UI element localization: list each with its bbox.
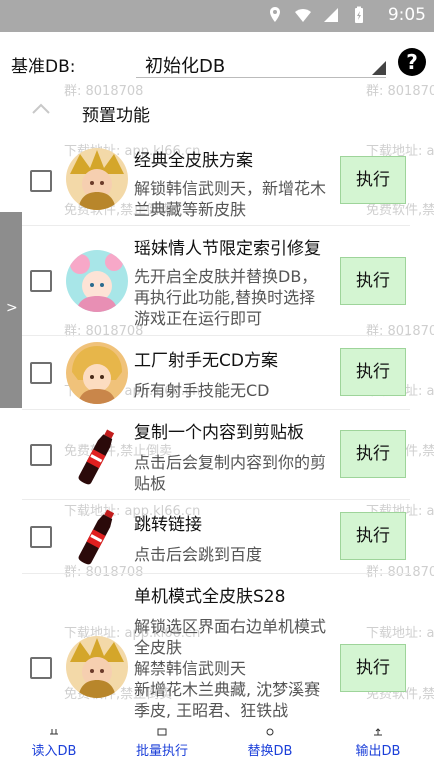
execute-button[interactable]: 执行 <box>340 512 406 560</box>
nav-replace-db[interactable]: 替换DB <box>220 728 320 759</box>
item-title: 工厂射手无CD方案 <box>134 351 278 371</box>
help-button[interactable]: ? <box>398 48 426 76</box>
signal-icon <box>324 8 338 22</box>
list-item: 瑶妹情人节限定索引修复 先开启全皮肤并替换DB，再执行此功能,替换时选择游戏正在… <box>22 226 410 336</box>
nav-label: 批量执行 <box>135 744 188 759</box>
item-description: 点击后会跳到百度 <box>134 545 263 564</box>
batch-icon <box>157 728 167 736</box>
header: 基准DB: 初始化DB ? <box>0 32 434 92</box>
list-item: 经典全皮肤方案 解锁韩信武则天，新增花木兰典藏等新皮肤 执行 <box>22 134 410 226</box>
item-title: 瑶妹情人节限定索引修复 <box>134 239 321 259</box>
export-icon <box>374 728 382 736</box>
item-description: 先开启全皮肤并替换DB，再执行此功能,替换时选择游戏正在运行即可 <box>134 267 318 328</box>
execute-button[interactable]: 执行 <box>340 430 406 478</box>
item-description: 点击后会复制内容到你的剪贴板 <box>134 453 327 493</box>
item-title: 跳转链接 <box>134 515 202 535</box>
item-title: 复制一个内容到剪贴板 <box>134 423 304 443</box>
dropdown-arrow-icon <box>372 61 386 75</box>
nav-label: 输出DB <box>355 744 401 759</box>
battery-icon <box>355 6 363 23</box>
nav-batch-execute[interactable]: 批量执行 <box>112 728 212 759</box>
cola-bottle-icon <box>78 429 115 485</box>
drawer-handle[interactable]: > <box>0 212 22 408</box>
item-description: 所有射手技能无CD <box>134 381 270 400</box>
clock: 9:05 <box>387 5 426 25</box>
item-title: 单机模式全皮肤S28 <box>134 587 286 607</box>
execute-button[interactable]: 执行 <box>340 644 406 692</box>
marksman-avatar-icon <box>66 342 128 404</box>
status-bar: 9:05 <box>0 0 434 32</box>
execute-button[interactable]: 执行 <box>340 257 406 305</box>
import-icon <box>50 729 58 735</box>
nav-label: 替换DB <box>247 744 293 759</box>
item-checkbox[interactable] <box>30 362 52 384</box>
nav-export-db[interactable]: 输出DB <box>328 728 428 759</box>
section-title: 预置功能 <box>82 106 150 126</box>
list-item: 复制一个内容到剪贴板 点击后会复制内容到你的剪贴板 执行 <box>22 410 410 500</box>
item-checkbox[interactable] <box>30 170 52 192</box>
base-db-dropdown[interactable]: 初始化DB <box>136 44 386 78</box>
item-checkbox[interactable] <box>30 270 52 292</box>
execute-button[interactable]: 执行 <box>340 156 406 204</box>
yao-avatar-icon <box>66 250 128 312</box>
item-description: 解锁选区界面右边单机模式全皮肤 解禁韩信武则天 新增花木兰典藏, 沈梦溪赛季皮,… <box>134 617 327 720</box>
item-checkbox[interactable] <box>30 657 52 679</box>
list-item: 工厂射手无CD方案 所有射手技能无CD 执行 <box>22 336 410 410</box>
chevron-up-icon[interactable] <box>30 100 52 118</box>
hero-avatar-icon <box>66 148 128 210</box>
list-item: 跳转链接 点击后会跳到百度 执行 <box>22 500 410 574</box>
cola-bottle-icon <box>78 509 115 565</box>
item-checkbox[interactable] <box>30 444 52 466</box>
item-checkbox[interactable] <box>30 526 52 548</box>
nav-import-db[interactable]: 读入DB <box>4 728 104 759</box>
hero-avatar-icon <box>66 636 128 698</box>
location-icon <box>270 7 280 22</box>
bottom-nav: 读入DB 批量执行 替换DB 输出DB <box>0 724 434 773</box>
item-title: 经典全皮肤方案 <box>134 151 253 171</box>
wifi-icon <box>295 9 311 22</box>
execute-button[interactable]: 执行 <box>340 348 406 396</box>
preset-section-header: 预置功能 <box>0 92 434 132</box>
base-db-label: 基准DB: <box>11 57 76 77</box>
nav-label: 读入DB <box>31 744 77 759</box>
chevron-right-icon: > <box>6 300 18 316</box>
item-description: 解锁韩信武则天，新增花木兰典藏等新皮肤 <box>134 179 327 219</box>
list-item: 单机模式全皮肤S28 解锁选区界面右边单机模式全皮肤 解禁韩信武则天 新增花木兰… <box>22 574 410 724</box>
base-db-selected-value: 初始化DB <box>145 56 226 77</box>
replace-icon <box>266 728 274 736</box>
